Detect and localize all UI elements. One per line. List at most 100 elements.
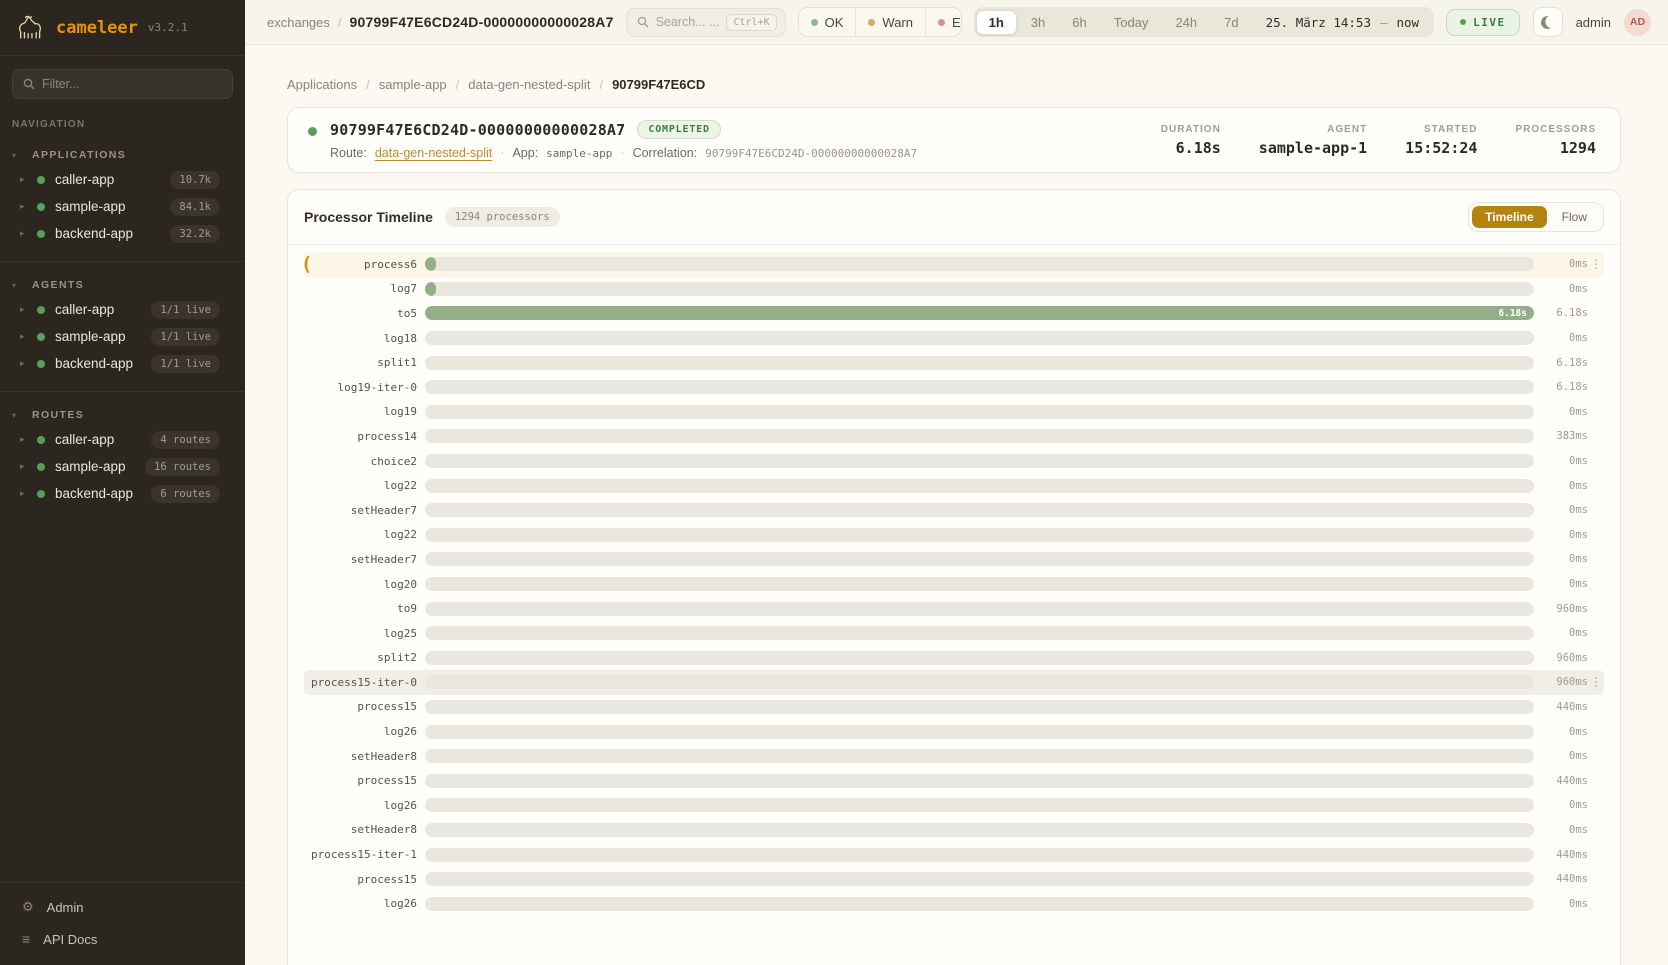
status-filter[interactable]: Error [925,8,962,36]
timeline-track [425,552,1534,566]
row-duration: 0ms [1534,283,1588,295]
live-toggle[interactable]: LIVE [1446,9,1520,36]
global-search[interactable]: Search... ... Ctrl+K [626,8,786,37]
camel-logo-icon [16,14,46,41]
chevron-right-icon[interactable]: ▸ [20,228,29,239]
timeline-row[interactable]: log22 0ms ⋮ [304,473,1604,498]
status-filter[interactable]: Warn [855,8,925,36]
timeline-row[interactable]: choice2 0ms ⋮ [304,449,1604,474]
sidebar-item[interactable]: ▸ caller-app 4 routes [0,426,245,453]
row-duration: 0ms [1534,553,1588,565]
chevron-right-icon[interactable]: ▸ [20,201,29,212]
row-duration: 6.18s [1534,381,1588,393]
timeline-row[interactable]: log26 0ms ⋮ [304,891,1604,916]
time-range-button[interactable]: 24h [1162,10,1210,35]
timeline-row[interactable]: process14 383ms ⋮ [304,424,1604,449]
timeline-row[interactable]: log7 0ms ⋮ [304,277,1604,302]
sidebar-filter-input[interactable] [42,77,222,91]
timeline-track [425,872,1534,886]
timeline-row[interactable]: log19-iter-0 6.18s ⋮ [304,375,1604,400]
chevron-right-icon[interactable]: ▸ [20,304,29,315]
breadcrumb-link[interactable]: Applications [287,77,357,92]
timeline-row[interactable]: log20 0ms ⋮ [304,572,1604,597]
logo-row: cameleer v3.2.1 [0,0,245,56]
sidebar-item[interactable]: ▸ caller-app 1/1 live [0,296,245,323]
route-link[interactable]: data-gen-nested-split [375,146,492,160]
section-head-agents[interactable]: ▾ AGENTS [0,274,245,296]
row-menu-icon[interactable]: ⋮ [1588,675,1604,689]
time-range-button[interactable]: 6h [1059,10,1099,35]
sidebar-item[interactable]: ▸ backend-app 32.2k [0,220,245,247]
timeline-track [425,380,1534,394]
sidebar-item[interactable]: ▸ sample-app 84.1k [0,193,245,220]
timeline-row[interactable]: setHeader8 0ms ⋮ [304,818,1604,843]
time-range-button[interactable]: 7d [1211,10,1251,35]
processor-name: log22 [304,479,417,492]
timeline-row[interactable]: log22 0ms ⋮ [304,523,1604,548]
sidebar-item[interactable]: ▸ caller-app 10.7k [0,166,245,193]
time-range-button[interactable]: Today [1101,10,1162,35]
row-duration: 440ms [1534,873,1588,885]
breadcrumb-link[interactable]: sample-app [379,77,447,92]
theme-toggle-button[interactable] [1533,7,1563,37]
view-toggle-button[interactable]: Timeline [1472,206,1546,228]
timeline-row[interactable]: process15-iter-0 960ms ⋮ [304,670,1604,695]
sidebar-filter[interactable] [12,69,233,99]
chevron-right-icon[interactable]: ▸ [20,461,29,472]
view-toggle-button[interactable]: Flow [1549,206,1600,228]
main-content: Applications / sample-app / data-gen-nes… [245,45,1668,965]
status-dot [37,306,45,314]
timeline-track [425,479,1534,493]
count-badge: 10.7k [170,171,220,189]
timeline-row[interactable]: log19 0ms ⋮ [304,400,1604,425]
chevron-down-icon: ▾ [12,411,20,420]
sidebar-item-api-docs[interactable]: ≡ API Docs [0,923,245,955]
time-range-button[interactable]: 3h [1018,10,1058,35]
timeline-row[interactable]: split2 960ms ⋮ [304,646,1604,671]
section-head-routes[interactable]: ▾ ROUTES [0,404,245,426]
breadcrumb-link[interactable]: data-gen-nested-split [468,77,590,92]
breadcrumb: Applications / sample-app / data-gen-nes… [287,77,1621,92]
date-range[interactable]: 25. März 14:53 — now [1253,15,1432,30]
chevron-right-icon[interactable]: ▸ [20,358,29,369]
timeline-row[interactable]: log26 0ms ⋮ [304,793,1604,818]
section-head-applications[interactable]: ▾ APPLICATIONS [0,144,245,166]
avatar[interactable]: AD [1624,9,1651,36]
timeline-row[interactable]: log26 0ms ⋮ [304,719,1604,744]
row-duration: 0ms [1534,480,1588,492]
timeline-row[interactable]: log25 0ms ⋮ [304,621,1604,646]
timeline-row[interactable]: to5 6.18s 6.18s ⋮ [304,301,1604,326]
timeline-row[interactable]: process15 440ms ⋮ [304,867,1604,892]
time-range-button[interactable]: 1h [976,10,1017,35]
timeline-track [425,651,1534,665]
chevron-right-icon[interactable]: ▸ [20,488,29,499]
timeline-row[interactable]: setHeader7 0ms ⋮ [304,547,1604,572]
timeline-row[interactable]: process15 440ms ⋮ [304,695,1604,720]
timeline-row[interactable]: split1 6.18s ⋮ [304,350,1604,375]
chevron-right-icon[interactable]: ▸ [20,434,29,445]
timeline-row[interactable]: process15 440ms ⋮ [304,768,1604,793]
timeline-row[interactable]: ( process6 0ms ⋮ [304,252,1604,277]
timeline-row[interactable]: to9 960ms ⋮ [304,596,1604,621]
timeline-row[interactable]: log18 0ms ⋮ [304,326,1604,351]
sidebar-item[interactable]: ▸ sample-app 16 routes [0,453,245,480]
sidebar-item[interactable]: ▸ sample-app 1/1 live [0,323,245,350]
chevron-right-icon[interactable]: ▸ [20,331,29,342]
timeline-row[interactable]: setHeader7 0ms ⋮ [304,498,1604,523]
breadcrumb-section[interactable]: exchanges [267,15,330,30]
timeline-row[interactable]: process15-iter-1 440ms ⋮ [304,842,1604,867]
status-filter[interactable]: OK [799,8,856,36]
breadcrumb-current: 90799F47E6CD [612,77,705,92]
processor-name: process15-iter-1 [304,848,417,861]
timeline-row[interactable]: setHeader8 0ms ⋮ [304,744,1604,769]
timeline-track [425,577,1534,591]
row-menu-icon[interactable]: ⋮ [1588,257,1604,271]
correlation-label: Correlation: [633,146,698,160]
count-badge: 1/1 live [151,301,220,319]
sidebar-item[interactable]: ▸ backend-app 1/1 live [0,350,245,377]
chevron-down-icon: ▾ [12,281,20,290]
app-value: sample-app [546,147,612,160]
chevron-right-icon[interactable]: ▸ [20,174,29,185]
sidebar-item[interactable]: ▸ backend-app 6 routes [0,480,245,507]
sidebar-item-admin[interactable]: ⚙ Admin [0,891,245,923]
